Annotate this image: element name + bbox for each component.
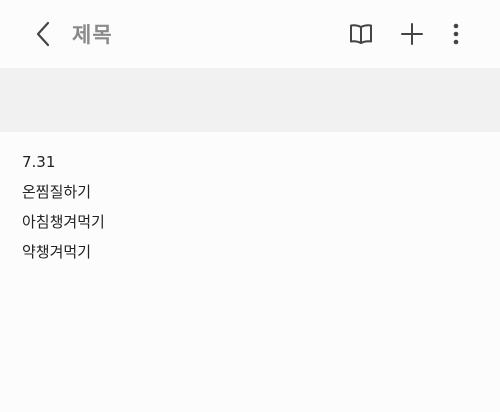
note-content[interactable]: 7.31 온찜질하기 아침챙겨먹기 약챙겨먹기 — [22, 147, 482, 267]
note-line: 7.31 — [22, 153, 56, 171]
note-line: 약챙겨먹기 — [22, 243, 92, 261]
more-vertical-icon — [453, 23, 459, 45]
app-header: 제목 — [0, 0, 500, 68]
page-title: 제목 — [72, 23, 113, 47]
add-button[interactable] — [396, 18, 428, 50]
more-options-button[interactable] — [440, 18, 472, 50]
note-line: 온찜질하기 — [22, 183, 92, 201]
toolbar-area — [0, 68, 500, 132]
note-line: 아침챙겨먹기 — [22, 213, 105, 231]
chevron-left-icon — [36, 21, 50, 47]
plus-icon — [401, 23, 423, 45]
back-button[interactable] — [28, 18, 58, 50]
book-open-icon — [350, 24, 372, 44]
reading-mode-button[interactable] — [345, 18, 377, 50]
